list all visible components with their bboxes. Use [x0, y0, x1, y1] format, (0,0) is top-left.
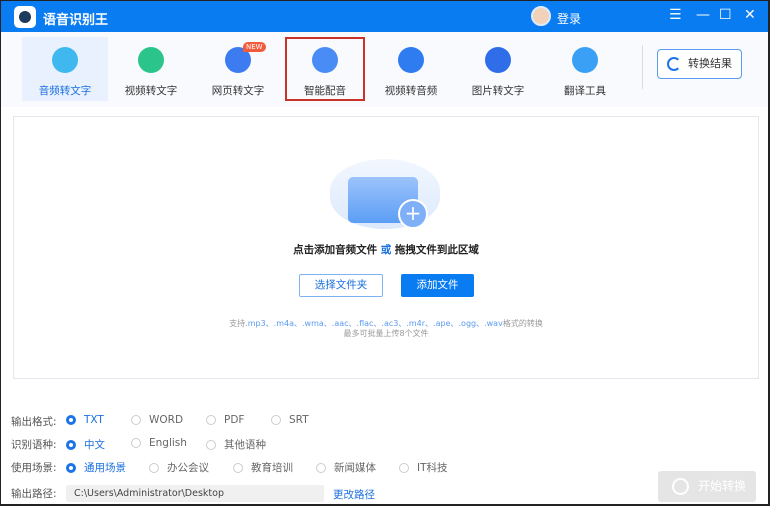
- select-folder-button[interactable]: 选择文件夹: [299, 274, 383, 297]
- option-label: TXT: [84, 414, 104, 426]
- format-option[interactable]: WORD: [131, 414, 183, 426]
- radio-icon: [206, 439, 216, 450]
- format-option[interactable]: TXT: [66, 414, 104, 426]
- radio-icon: [399, 462, 409, 473]
- tab-label: 音频转文字: [38, 85, 92, 97]
- toolbar: 音频转文字 视频转文字 网页转文字 智能配音 视频转音频 图片转文字 翻译工具: [1, 32, 768, 107]
- tab-label: 视频转文字: [124, 85, 178, 97]
- scene-option[interactable]: IT科技: [399, 460, 448, 475]
- change-path-link[interactable]: 更改路径: [333, 487, 375, 502]
- support-formats: .mp3、.m4a、.wma、.aac、.flac、.ac3、.m4r、.ape…: [245, 319, 503, 328]
- tab-label: 翻译工具: [564, 85, 606, 97]
- divider: [642, 45, 643, 89]
- radio-icon: [66, 415, 76, 425]
- option-label: SRT: [289, 414, 309, 426]
- radio-icon: [206, 415, 216, 425]
- tab-audio-to-text[interactable]: 音频转文字: [22, 37, 108, 101]
- highlight-box: [285, 37, 365, 101]
- scene-option[interactable]: 教育培训: [233, 460, 293, 475]
- radio-icon: [66, 462, 76, 473]
- new-badge: NEW: [243, 42, 266, 52]
- tab-web-to-text[interactable]: 网页转文字: [195, 37, 281, 101]
- upload-limit: 最多可批量上传8个文件: [343, 329, 429, 338]
- add-file-button[interactable]: 添加文件: [401, 274, 474, 297]
- scene-option[interactable]: 通用场景: [66, 460, 126, 475]
- scene-row: 使用场景:: [11, 459, 66, 475]
- option-label: WORD: [149, 414, 184, 426]
- language-label: 识别语种:: [11, 438, 57, 451]
- audio-to-text-icon: [52, 47, 78, 73]
- format-row: 输出格式:: [11, 413, 66, 429]
- support-pre: 支持: [229, 319, 246, 328]
- format-label: 输出格式:: [11, 415, 57, 428]
- option-label: 新闻媒体: [334, 462, 376, 474]
- radio-icon: [233, 462, 243, 473]
- add-icon: +: [398, 199, 428, 229]
- radio-icon: [271, 415, 281, 425]
- minimize-icon[interactable]: —: [696, 7, 710, 23]
- app-window: 语音识别王 登录 ☰ — ☐ ✕ 音频转文字 视频转文字 网页转文字 智能配音 视频转音…: [1, 1, 768, 504]
- drop-hint: 点击添加音频文件 或 拖拽文件到此区域: [14, 242, 758, 257]
- tab-image-to-text[interactable]: 图片转文字: [455, 37, 541, 101]
- refresh-icon: [667, 57, 681, 71]
- close-icon[interactable]: ✕: [744, 7, 756, 23]
- hint-text-2: 拖拽文件到此区域: [394, 244, 479, 256]
- scene-option[interactable]: 办公会议: [149, 460, 209, 475]
- tab-video-to-audio[interactable]: 视频转音频: [368, 37, 454, 101]
- start-label: 开始转换: [698, 479, 747, 493]
- app-title: 语音识别王: [43, 13, 109, 28]
- image-to-text-icon: [485, 47, 511, 73]
- tab-translate[interactable]: 翻译工具: [542, 37, 628, 101]
- option-label: 教育培训: [251, 462, 293, 474]
- radio-icon: [131, 415, 141, 425]
- conversion-results-button[interactable]: 转换结果: [657, 49, 742, 79]
- scene-label: 使用场景:: [11, 461, 57, 474]
- option-label: 办公会议: [167, 462, 209, 474]
- option-label: 通用场景: [84, 462, 126, 474]
- tab-video-to-text[interactable]: 视频转文字: [108, 37, 194, 101]
- path-row: 输出路径:: [11, 485, 66, 501]
- path-label: 输出路径:: [11, 487, 57, 500]
- option-label: PDF: [224, 414, 245, 426]
- avatar[interactable]: [531, 6, 551, 26]
- app-logo-icon: [14, 6, 36, 28]
- support-post: 格式的转换: [502, 319, 543, 328]
- video-to-audio-icon: [398, 47, 424, 73]
- option-label: IT科技: [417, 462, 448, 474]
- radio-icon: [131, 438, 141, 448]
- radio-icon: [316, 462, 326, 473]
- hint-or: 或: [380, 244, 392, 256]
- file-drop-area[interactable]: + 点击添加音频文件 或 拖拽文件到此区域 选择文件夹 添加文件 支持.mp3、…: [13, 116, 759, 379]
- tab-label: 网页转文字: [211, 85, 265, 97]
- start-conversion-button[interactable]: 开始转换: [658, 471, 756, 502]
- radio-icon: [149, 462, 159, 473]
- language-option[interactable]: 其他语种: [206, 437, 266, 452]
- hint-text: 点击添加音频文件: [293, 244, 378, 256]
- maximize-icon[interactable]: ☐: [719, 7, 732, 23]
- format-option[interactable]: SRT: [271, 414, 309, 426]
- language-option[interactable]: 中文: [66, 437, 105, 452]
- language-row: 识别语种:: [11, 436, 66, 452]
- title-bar: 语音识别王 登录 ☰ — ☐ ✕: [1, 1, 768, 32]
- tab-label: 图片转文字: [471, 85, 525, 97]
- play-icon: [672, 478, 689, 495]
- option-label: 中文: [84, 439, 105, 451]
- translate-icon: [572, 47, 598, 73]
- result-label: 转换结果: [688, 57, 732, 70]
- tab-label: 视频转音频: [384, 85, 438, 97]
- option-label: 其他语种: [224, 439, 266, 451]
- option-label: English: [149, 437, 187, 449]
- login-link[interactable]: 登录: [557, 10, 581, 27]
- format-option[interactable]: PDF: [206, 414, 244, 426]
- output-path-field[interactable]: C:\Users\Administrator\Desktop: [66, 485, 324, 502]
- menu-icon[interactable]: ☰: [669, 7, 682, 23]
- radio-icon: [66, 439, 76, 450]
- video-to-text-icon: [138, 47, 164, 73]
- scene-option[interactable]: 新闻媒体: [316, 460, 376, 475]
- language-option[interactable]: English: [131, 437, 187, 449]
